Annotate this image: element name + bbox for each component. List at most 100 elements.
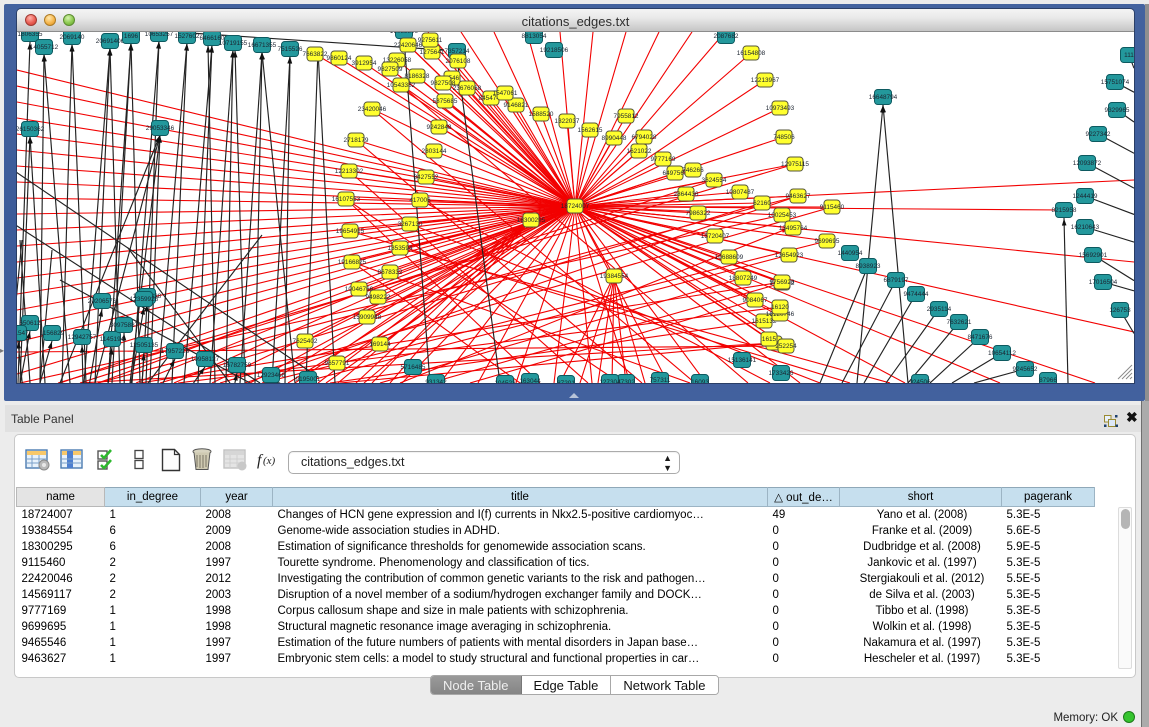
svg-text:12213302: 12213302	[335, 168, 364, 175]
svg-text:8813054: 8813054	[522, 33, 547, 40]
svg-text:17016504: 17016504	[1089, 279, 1118, 286]
svg-text:6794028: 6794028	[632, 134, 657, 141]
svg-text:2069140: 2069140	[60, 34, 85, 41]
svg-text:18300295: 18300295	[517, 217, 546, 224]
svg-text:1733426: 1733426	[769, 370, 794, 377]
svg-text:10688609: 10688609	[715, 254, 744, 261]
svg-text:1244419: 1244419	[1073, 193, 1098, 200]
svg-text:8215958: 8215958	[1052, 207, 1077, 214]
svg-text:1145194: 1145194	[100, 336, 125, 343]
svg-text:8990448: 8990448	[602, 135, 627, 142]
svg-text:9329965: 9329965	[1105, 107, 1130, 114]
svg-text:16107553: 16107553	[332, 196, 361, 203]
svg-text:12213967: 12213967	[751, 77, 780, 84]
svg-text:8427552: 8427552	[414, 174, 439, 181]
svg-text:1275641: 1275641	[420, 49, 445, 56]
svg-text:169144: 169144	[369, 341, 391, 348]
svg-text:14055712: 14055712	[30, 44, 59, 51]
svg-text:87966: 87966	[1039, 377, 1057, 383]
svg-text:3267130: 3267130	[398, 221, 423, 228]
svg-text:10025453: 10025453	[768, 212, 797, 219]
svg-text:1562615: 1562615	[578, 127, 603, 134]
svg-text:252254: 252254	[775, 343, 797, 350]
svg-text:18724007: 18724007	[561, 203, 590, 210]
svg-text:10653257: 10653257	[145, 32, 174, 38]
svg-text:1440954: 1440954	[838, 250, 863, 257]
svg-text:16671355: 16671355	[248, 42, 277, 49]
svg-text:19166825: 19166825	[338, 259, 367, 266]
svg-text:10654112: 10654112	[988, 350, 1016, 357]
svg-text:7632621: 7632621	[947, 319, 972, 326]
svg-text:9242848: 9242848	[427, 124, 452, 131]
svg-text:23676068: 23676068	[453, 85, 482, 92]
svg-text:7986322: 7986322	[686, 210, 711, 217]
svg-text:9245652: 9245652	[1013, 366, 1038, 373]
svg-text:29053346: 29053346	[146, 125, 175, 132]
svg-text:26150362: 26150362	[17, 126, 45, 133]
svg-text:16648794: 16648794	[869, 94, 898, 101]
svg-text:20691406: 20691406	[96, 38, 125, 45]
svg-text:1547061: 1547061	[493, 90, 518, 97]
svg-text:5875685: 5875685	[433, 98, 458, 105]
svg-text:9756928: 9756928	[770, 279, 795, 286]
svg-text:10807487: 10807487	[726, 189, 755, 196]
svg-text:748506: 748506	[773, 134, 795, 141]
svg-text:2364436: 2364436	[674, 191, 699, 198]
svg-text:6879197: 6879197	[884, 277, 909, 284]
svg-text:20206576: 20206576	[88, 298, 117, 305]
svg-text:7663822: 7663822	[303, 51, 328, 58]
svg-text:9084067: 9084067	[743, 297, 768, 304]
svg-text:2076108: 2076108	[446, 58, 471, 65]
svg-text:163044: 163044	[519, 378, 541, 383]
svg-text:9474444: 9474444	[904, 291, 929, 298]
svg-text:10046766: 10046766	[345, 286, 374, 293]
svg-text:9463627: 9463627	[786, 193, 811, 200]
svg-text:417006: 417006	[409, 197, 431, 204]
svg-text:9275611: 9275611	[418, 37, 443, 44]
svg-text:9498222: 9498222	[366, 294, 391, 301]
svg-text:9227342: 9227342	[1086, 131, 1111, 138]
svg-text:10543382: 10543382	[387, 82, 416, 89]
svg-text:9860124: 9860124	[327, 55, 352, 62]
svg-text:15136141: 15136141	[728, 357, 757, 364]
svg-text:2803144: 2803144	[422, 148, 447, 155]
svg-text:16154808: 16154808	[737, 50, 766, 57]
svg-text:(x): (x)	[263, 455, 276, 467]
svg-text:2087682: 2087682	[714, 33, 739, 40]
svg-text:87201: 87201	[557, 380, 575, 383]
svg-text:104523: 104523	[494, 380, 516, 383]
svg-text:15909948: 15909948	[353, 314, 382, 321]
svg-text:9657791: 9657791	[325, 360, 350, 367]
svg-text:12093872: 12093872	[1073, 160, 1102, 167]
svg-text:15751074: 15751074	[1101, 79, 1130, 86]
svg-text:111: 111	[1124, 52, 1134, 59]
svg-text:127304: 127304	[599, 379, 621, 383]
svg-text:10958127: 10958127	[191, 356, 220, 363]
svg-text:1588520: 1588520	[529, 111, 554, 118]
svg-text:9699695: 9699695	[815, 238, 840, 245]
svg-text:757311: 757311	[650, 377, 671, 383]
svg-text:16120: 16120	[771, 304, 789, 311]
svg-text:746266: 746266	[682, 167, 704, 174]
svg-text:1696: 1696	[124, 33, 139, 40]
svg-text:7625402: 7625402	[293, 338, 318, 345]
svg-text:23420046: 23420046	[358, 106, 387, 113]
svg-text:931342: 931342	[425, 379, 447, 383]
svg-text:9827509: 9827509	[378, 66, 403, 73]
svg-text:16033809: 16033809	[390, 32, 419, 35]
svg-text:9146821: 9146821	[504, 102, 529, 109]
svg-text:12975115: 12975115	[781, 161, 809, 168]
svg-text:1806355: 1806355	[18, 32, 43, 38]
svg-text:16093: 16093	[691, 379, 709, 383]
svg-text:30975887: 30975887	[110, 322, 139, 329]
svg-text:12359928: 12359928	[130, 296, 159, 303]
svg-text:5716485: 5716485	[401, 364, 426, 371]
svg-text:1527602: 1527602	[175, 33, 200, 40]
svg-text:16782759: 16782759	[223, 362, 252, 369]
svg-text:62160: 62160	[753, 200, 771, 207]
svg-text:9115460: 9115460	[820, 204, 845, 211]
svg-text:1621022: 1621022	[627, 148, 652, 155]
svg-text:1322037: 1322037	[555, 118, 580, 125]
svg-text:391547: 391547	[17, 330, 29, 337]
svg-text:18807249: 18807249	[729, 275, 758, 282]
